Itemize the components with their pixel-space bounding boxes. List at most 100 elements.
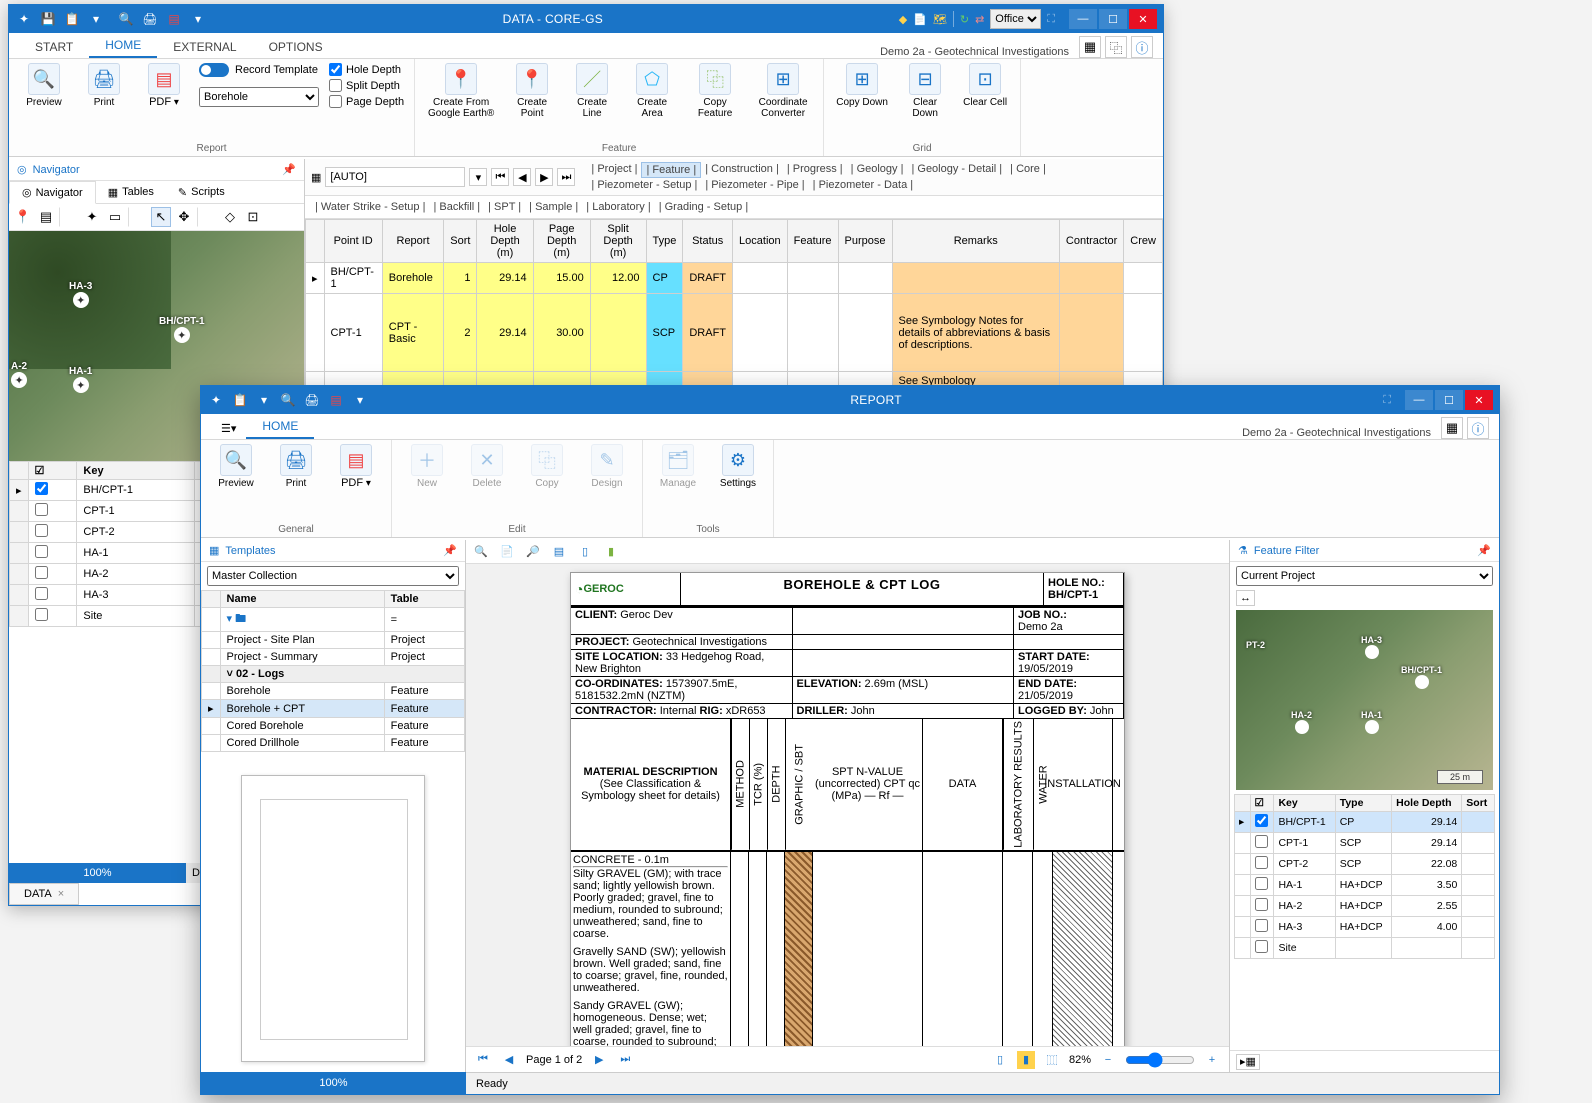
find-icon[interactable]: 🔎 bbox=[524, 543, 542, 561]
close-button[interactable]: ✕ bbox=[1465, 390, 1493, 410]
pdf-button[interactable]: ▤PDF ▾ bbox=[331, 444, 381, 489]
auto-field[interactable] bbox=[325, 167, 465, 187]
coord-converter-button[interactable]: ⊞Coordinate Converter bbox=[753, 63, 813, 119]
close-icon[interactable]: × bbox=[58, 888, 64, 900]
pdf-icon[interactable]: ▤ bbox=[165, 10, 183, 28]
record-template-toggle[interactable]: Record Template bbox=[199, 63, 319, 77]
layers-icon[interactable]: ▦ bbox=[1441, 417, 1463, 439]
single-page-icon[interactable]: ▯ bbox=[576, 543, 594, 561]
filter-tab[interactable]: | Progress | bbox=[783, 162, 847, 178]
feature-type-select[interactable]: Borehole bbox=[199, 87, 319, 107]
map-pin[interactable]: HA-3✦ bbox=[69, 281, 92, 308]
filter-row[interactable]: CPT-1SCP29.14 bbox=[1235, 833, 1495, 854]
pin-tool-icon[interactable]: 📍 bbox=[13, 207, 33, 227]
filter-tab[interactable]: | Piezometer - Setup | bbox=[587, 178, 701, 192]
layers-icon[interactable]: ▦ bbox=[1079, 36, 1101, 58]
filter-tab[interactable]: | SPT | bbox=[484, 200, 525, 214]
expand-icon[interactable]: ⛶ bbox=[1383, 394, 1391, 407]
map-icon[interactable]: 🗺 bbox=[933, 13, 947, 26]
create-line-button[interactable]: ／Create Line bbox=[567, 63, 617, 119]
template-row[interactable]: Project - Site PlanProject bbox=[202, 632, 465, 649]
template-row[interactable]: ▸Borehole + CPTFeature bbox=[202, 700, 465, 718]
grid-row[interactable]: ▸ BH/CPT-1 Borehole 1 29.14 15.00 12.00 … bbox=[306, 263, 1163, 294]
document-icon[interactable]: 📄 bbox=[913, 13, 927, 26]
expand-icon[interactable]: ⛶ bbox=[1047, 13, 1055, 26]
tab-start[interactable]: START bbox=[19, 36, 89, 58]
mode-select[interactable]: Office bbox=[990, 9, 1041, 29]
filter-row[interactable]: ▸BH/CPT-1CP29.14 bbox=[1235, 812, 1495, 833]
dropdown-icon[interactable]: ▾ bbox=[255, 391, 273, 409]
clear-down-button[interactable]: ⊟Clear Down bbox=[900, 63, 950, 119]
template-row[interactable]: Project - SummaryProject bbox=[202, 649, 465, 666]
settings-button[interactable]: ⚙Settings bbox=[713, 444, 763, 489]
pin-icon[interactable]: 📌 bbox=[282, 163, 296, 176]
fit-width-icon[interactable]: ▮ bbox=[1017, 1051, 1035, 1069]
new-button[interactable]: ＋New bbox=[402, 444, 452, 489]
filter-tab[interactable]: | Backfill | bbox=[429, 200, 484, 214]
maximize-button[interactable]: ☐ bbox=[1435, 390, 1463, 410]
filter-row[interactable]: HA-3HA+DCP4.00 bbox=[1235, 917, 1495, 938]
dropdown-icon[interactable]: ▾ bbox=[469, 168, 487, 186]
select-tool-icon[interactable]: ▭ bbox=[105, 207, 125, 227]
filter-tab[interactable]: | Geology - Detail | bbox=[907, 162, 1006, 178]
pdf-button[interactable]: ▤PDF ▾ bbox=[139, 63, 189, 108]
template-row[interactable]: BoreholeFeature bbox=[202, 683, 465, 700]
first-page-icon[interactable]: ⏮ bbox=[474, 1051, 492, 1069]
save-icon[interactable]: 💾 bbox=[39, 10, 57, 28]
page-depth-check[interactable]: Page Depth bbox=[329, 95, 404, 108]
preview-icon[interactable]: 🔍 bbox=[117, 10, 135, 28]
layers-tool-icon[interactable]: ▤ bbox=[36, 207, 56, 227]
zoom-out-icon[interactable]: − bbox=[1099, 1051, 1117, 1069]
clipboard-icon[interactable]: 📋 bbox=[63, 10, 81, 28]
minimize-button[interactable]: — bbox=[1069, 9, 1097, 29]
pin-icon[interactable]: 📌 bbox=[443, 544, 457, 557]
tab-home[interactable]: HOME bbox=[246, 415, 314, 439]
close-button[interactable]: ✕ bbox=[1129, 9, 1157, 29]
edge-tool-icon[interactable]: ⊡ bbox=[243, 207, 263, 227]
map-pin[interactable]: HA-1✦ bbox=[69, 366, 92, 393]
pdf-icon[interactable]: ▤ bbox=[327, 391, 345, 409]
print-button[interactable]: 🖨Print bbox=[79, 63, 129, 108]
move-tool-icon[interactable]: ✥ bbox=[174, 207, 194, 227]
next-icon[interactable]: ▶ bbox=[535, 168, 553, 186]
menu-expand-icon[interactable]: ☰▾ bbox=[211, 418, 246, 439]
last-page-icon[interactable]: ⏭ bbox=[616, 1051, 634, 1069]
filter-tab[interactable]: | Sample | bbox=[525, 200, 582, 214]
dropdown-icon[interactable]: ▾ bbox=[351, 391, 369, 409]
filter-tab[interactable]: | Piezometer - Data | bbox=[809, 178, 917, 192]
thumbnails-icon[interactable]: ▤ bbox=[550, 543, 568, 561]
hole-depth-check[interactable]: Hole Depth bbox=[329, 63, 404, 76]
filter-row[interactable]: HA-1HA+DCP3.50 bbox=[1235, 875, 1495, 896]
print-icon[interactable]: 🖨 bbox=[303, 391, 321, 409]
copy-down-button[interactable]: ⊞Copy Down bbox=[834, 63, 890, 108]
filter-action-icon[interactable]: ▸▦ bbox=[1236, 1054, 1260, 1070]
collection-select[interactable]: Master Collection bbox=[207, 566, 459, 586]
search-icon[interactable]: 🔍 bbox=[472, 543, 490, 561]
tab-home[interactable]: HOME bbox=[89, 34, 157, 58]
tab-options[interactable]: OPTIONS bbox=[253, 36, 339, 58]
preview-button[interactable]: 🔍Preview bbox=[211, 444, 261, 489]
filter-tab[interactable]: | Geology | bbox=[847, 162, 908, 178]
template-thumbnail[interactable] bbox=[201, 765, 465, 1072]
badge-icon[interactable]: ◆ bbox=[899, 13, 907, 26]
filter-tab[interactable]: | Water Strike - Setup | bbox=[311, 200, 429, 214]
prev-page-icon[interactable]: ◀ bbox=[500, 1051, 518, 1069]
copy-icon[interactable]: ⿻ bbox=[1105, 36, 1127, 58]
filter-tab[interactable]: | Project | bbox=[587, 162, 641, 178]
google-earth-button[interactable]: 📍Create From Google Earth® bbox=[425, 63, 497, 119]
manage-button[interactable]: 🗂Manage bbox=[653, 444, 703, 489]
template-group[interactable]: ˅ 02 - Logs bbox=[202, 666, 465, 683]
node-tool-icon[interactable]: ◇ bbox=[220, 207, 240, 227]
design-button[interactable]: ✎Design bbox=[582, 444, 632, 489]
create-point-button[interactable]: 📍Create Point bbox=[507, 63, 557, 119]
cursor-tool-icon[interactable]: ↖ bbox=[151, 207, 171, 227]
minimize-button[interactable]: — bbox=[1405, 390, 1433, 410]
nav-tab-tables[interactable]: ▦Tables bbox=[96, 181, 166, 203]
refresh-icon[interactable]: ↻ bbox=[960, 13, 969, 26]
print-button[interactable]: 🖨Print bbox=[271, 444, 321, 489]
copy-button[interactable]: ⿻Copy bbox=[522, 444, 572, 489]
filter-tab[interactable]: | Laboratory | bbox=[582, 200, 654, 214]
split-depth-check[interactable]: Split Depth bbox=[329, 79, 404, 92]
clipboard-icon[interactable]: 📋 bbox=[231, 391, 249, 409]
zoom-in-icon[interactable]: + bbox=[1203, 1051, 1221, 1069]
